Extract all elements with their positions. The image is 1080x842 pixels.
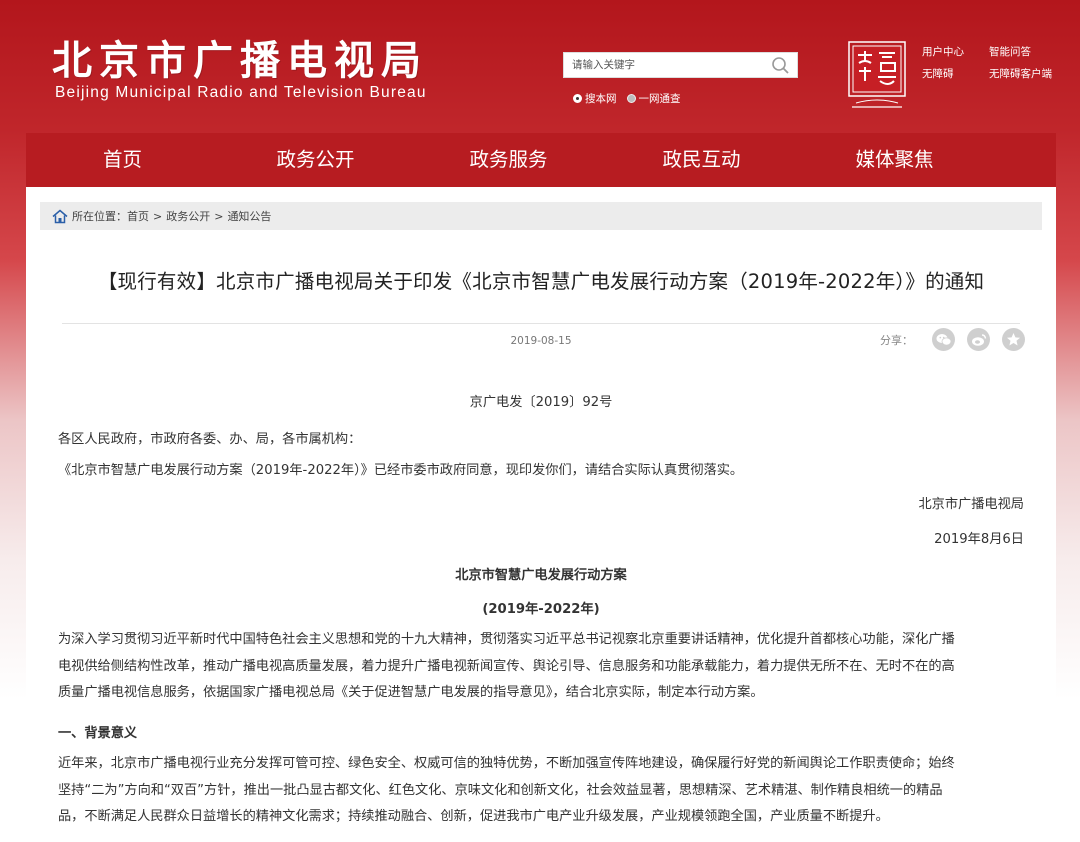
- breadcrumb-home[interactable]: 首页: [127, 208, 149, 224]
- nav-gov-affairs-open[interactable]: 政务公开: [219, 133, 412, 187]
- nav-media[interactable]: 媒体聚焦: [798, 133, 991, 187]
- search-input[interactable]: [564, 53, 769, 77]
- section-heading: 一、背景意义: [58, 726, 138, 741]
- plan-years: (2019年-2022年): [482, 602, 600, 617]
- breadcrumb-notices[interactable]: 通知公告: [227, 208, 271, 224]
- wechat-icon[interactable]: [932, 328, 955, 351]
- scope-all-radio[interactable]: 一网通查: [626, 91, 681, 106]
- article-title: 【现行有效】北京市广播电视局关于印发《北京市智慧广电发展行动方案（2019年-2…: [97, 270, 985, 293]
- accessible-link[interactable]: 无障碍: [922, 66, 954, 81]
- scope-site-radio[interactable]: 搜本网: [573, 91, 617, 106]
- addressee: 各区人民政府，市政府各委、办、局，各市属机构：: [58, 432, 362, 447]
- scope-all-label: 一网通查: [638, 93, 681, 105]
- radio-selected-icon: [573, 94, 582, 103]
- breadcrumb-prefix: 所在位置：: [72, 210, 127, 223]
- nav-home[interactable]: 首页: [26, 133, 219, 187]
- share-label: 分享：: [880, 334, 913, 347]
- breadcrumb-separator: >: [214, 209, 224, 223]
- radio-unselected-icon: [626, 94, 636, 103]
- sign-date: 2019年8月6日: [934, 532, 1024, 547]
- paragraph-line: 电视供给侧结构性改革，推动广播电视高质量发展，着力提升广播电视新闻宣传、舆论引导…: [58, 658, 955, 674]
- site-title-english: Beijing Municipal Radio and Television B…: [55, 84, 427, 101]
- main-nav: 首页 政务公开 政务服务 政民互动 媒体聚焦: [26, 133, 1056, 187]
- paragraph-line: 坚持“二为”方向和“双百”方针，推出一批凸显古都文化、红色文化、京味文化和创新文…: [58, 782, 943, 798]
- user-center-link[interactable]: 用户中心: [922, 44, 964, 59]
- nav-interaction[interactable]: 政民互动: [605, 133, 798, 187]
- breadcrumb-separator: >: [153, 209, 163, 223]
- content-card: 所在位置： 首页 > 政务公开 > 通知公告 【现行有效】北京市广播电视局关于印…: [26, 187, 1056, 842]
- doc-number: 京广电发〔2019〕92号: [469, 395, 613, 410]
- weibo-icon[interactable]: [967, 328, 990, 351]
- site-title[interactable]: 北京市广播电视局: [52, 28, 428, 86]
- search-box: [563, 52, 798, 78]
- paragraph-preface: 为深入学习贯彻习近平新时代中国特色社会主义思想和党的十九大精神，贯彻落实习近平总…: [58, 627, 1030, 707]
- paragraph-line: 为深入学习贯彻习近平新时代中国特色社会主义思想和党的十九大精神，贯彻落实习近平总…: [58, 632, 955, 647]
- nav-gov-services[interactable]: 政务服务: [412, 133, 605, 187]
- accessible-client-link[interactable]: 无障碍客户端: [989, 66, 1052, 81]
- paragraph-line: 近年来，北京市广播电视行业充分发挥可管可控、绿色安全、权威可信的独特优势，不断加…: [58, 756, 955, 771]
- breadcrumb-gov-affairs[interactable]: 政务公开: [166, 208, 210, 224]
- site-header: 北京市广播电视局 Beijing Municipal Radio and Tel…: [0, 0, 1080, 133]
- search-icon[interactable]: [771, 56, 791, 74]
- home-icon: [52, 209, 68, 224]
- beijing-china-logo[interactable]: [846, 41, 908, 111]
- paragraph-line: 质量广播电视信息服务，依据国家广播电视总局《关于促进智慧广电发展的指导意见》，结…: [58, 685, 764, 700]
- title-divider: [62, 323, 1020, 324]
- smart-qa-link[interactable]: 智能问答: [989, 44, 1031, 59]
- intro-text: 《北京市智慧广电发展行动方案（2019年-2022年）》已经市委市政府同意，现印…: [58, 463, 744, 478]
- star-icon[interactable]: [1002, 328, 1025, 351]
- breadcrumb: 所在位置： 首页 > 政务公开 > 通知公告: [40, 202, 1042, 230]
- search-scope: 搜本网 一网通查: [573, 91, 681, 106]
- signer: 北京市广播电视局: [918, 497, 1025, 512]
- plan-title: 北京市智慧广电发展行动方案: [455, 568, 627, 583]
- scope-site-label: 搜本网: [585, 93, 617, 105]
- paragraph-line: 品，不断满足人民群众日益增长的精神文化需求；持续推动融合、创新，促进我市广电产业…: [58, 809, 889, 824]
- paragraph-background: 近年来，北京市广播电视行业充分发挥可管可控、绿色安全、权威可信的独特优势，不断加…: [58, 751, 1030, 831]
